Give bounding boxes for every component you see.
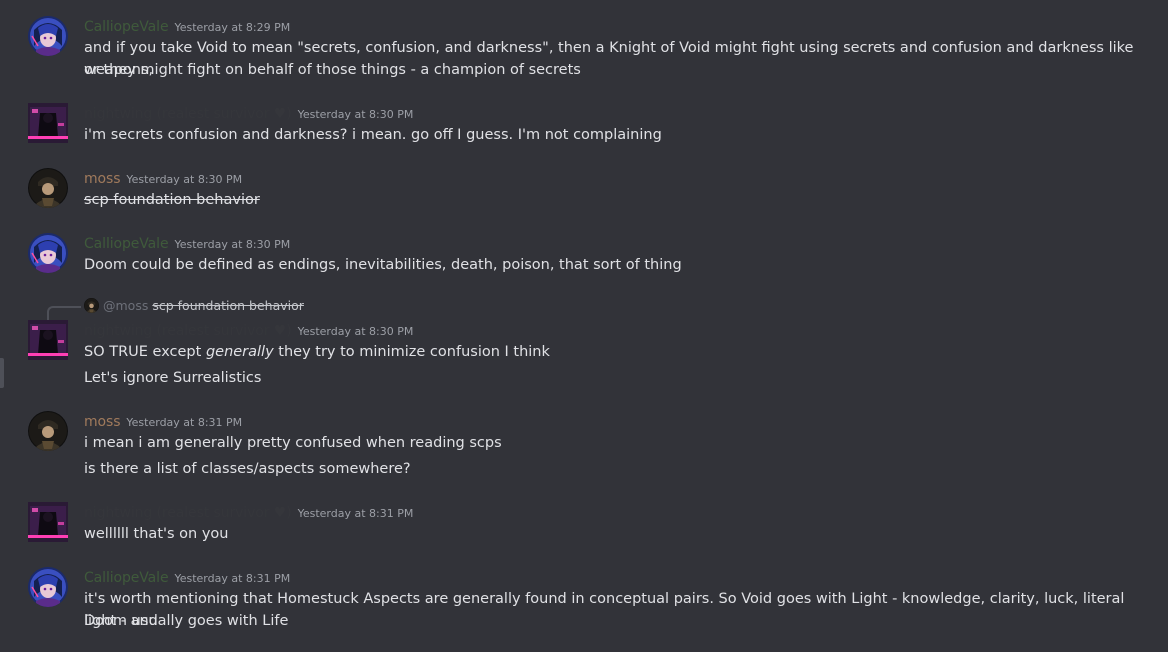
reply-text[interactable]: scp foundation behavior xyxy=(152,298,304,313)
message-text: SO TRUE except generally they try to min… xyxy=(84,341,1144,363)
scrollbar-thumb[interactable] xyxy=(0,358,4,388)
username[interactable]: CalliopeVale xyxy=(84,19,169,35)
reply-mention[interactable]: @moss xyxy=(103,298,148,313)
username[interactable]: nightwing (realest survivor ♥) xyxy=(84,106,292,122)
timestamp[interactable]: Yesterday at 8:30 PM xyxy=(126,173,242,186)
message-header: nightwing (realest survivor ♥) Yesterday … xyxy=(84,320,413,340)
avatar[interactable] xyxy=(28,567,68,607)
text-segment: they try to minimize confusion I think xyxy=(273,344,550,360)
timestamp[interactable]: Yesterday at 8:30 PM xyxy=(298,325,414,338)
message-header: CalliopeVale Yesterday at 8:31 PM xyxy=(84,567,290,587)
avatar[interactable] xyxy=(28,411,68,451)
avatar[interactable] xyxy=(28,233,68,273)
message-text: i'm secrets confusion and darkness? i me… xyxy=(84,127,662,143)
username[interactable]: moss xyxy=(84,171,121,187)
message-text: Doom could be defined as endings, inevit… xyxy=(84,257,682,273)
timestamp[interactable]: Yesterday at 8:30 PM xyxy=(298,108,414,121)
message-text: wellllll that's on you xyxy=(84,526,229,542)
message-text: is there a list of classes/aspects somew… xyxy=(84,461,411,477)
avatar[interactable] xyxy=(28,320,68,360)
username[interactable]: CalliopeVale xyxy=(84,236,169,252)
avatar[interactable] xyxy=(28,103,68,143)
message-text: i mean i am generally pretty confused wh… xyxy=(84,435,502,451)
message-text: Let's ignore Surrealistics xyxy=(84,370,262,386)
username[interactable]: nightwing (realest survivor ♥) xyxy=(84,323,292,339)
message-header: nightwing (realest survivor ♥) Yesterday … xyxy=(84,502,413,522)
text-segment: SO TRUE except xyxy=(84,344,206,360)
message-header: CalliopeVale Yesterday at 8:30 PM xyxy=(84,233,290,253)
reply-preview[interactable]: @moss scp foundation behavior xyxy=(84,298,304,316)
message-header: CalliopeVale Yesterday at 8:29 PM xyxy=(84,16,290,36)
message-text: Doom usually goes with Life xyxy=(84,613,289,629)
avatar[interactable] xyxy=(28,16,68,56)
message-header: moss Yesterday at 8:31 PM xyxy=(84,411,242,431)
avatar[interactable] xyxy=(28,168,68,208)
emphasis-text: generally xyxy=(205,344,274,360)
timestamp[interactable]: Yesterday at 8:31 PM xyxy=(174,572,290,585)
username[interactable]: CalliopeVale xyxy=(84,570,169,586)
timestamp[interactable]: Yesterday at 8:30 PM xyxy=(174,238,290,251)
username[interactable]: nightwing (realest survivor ♥) xyxy=(84,505,292,521)
message-text: or they might fight on behalf of those t… xyxy=(84,62,581,78)
timestamp[interactable]: Yesterday at 8:29 PM xyxy=(174,21,290,34)
timestamp[interactable]: Yesterday at 8:31 PM xyxy=(126,416,242,429)
username[interactable]: moss xyxy=(84,414,121,430)
avatar[interactable] xyxy=(28,502,68,542)
message-text: scp foundation behavior xyxy=(84,192,260,208)
message-header: moss Yesterday at 8:30 PM xyxy=(84,168,242,188)
reply-avatar xyxy=(84,298,99,313)
timestamp[interactable]: Yesterday at 8:31 PM xyxy=(298,507,414,520)
message-header: nightwing (realest survivor ♥) Yesterday … xyxy=(84,103,413,123)
